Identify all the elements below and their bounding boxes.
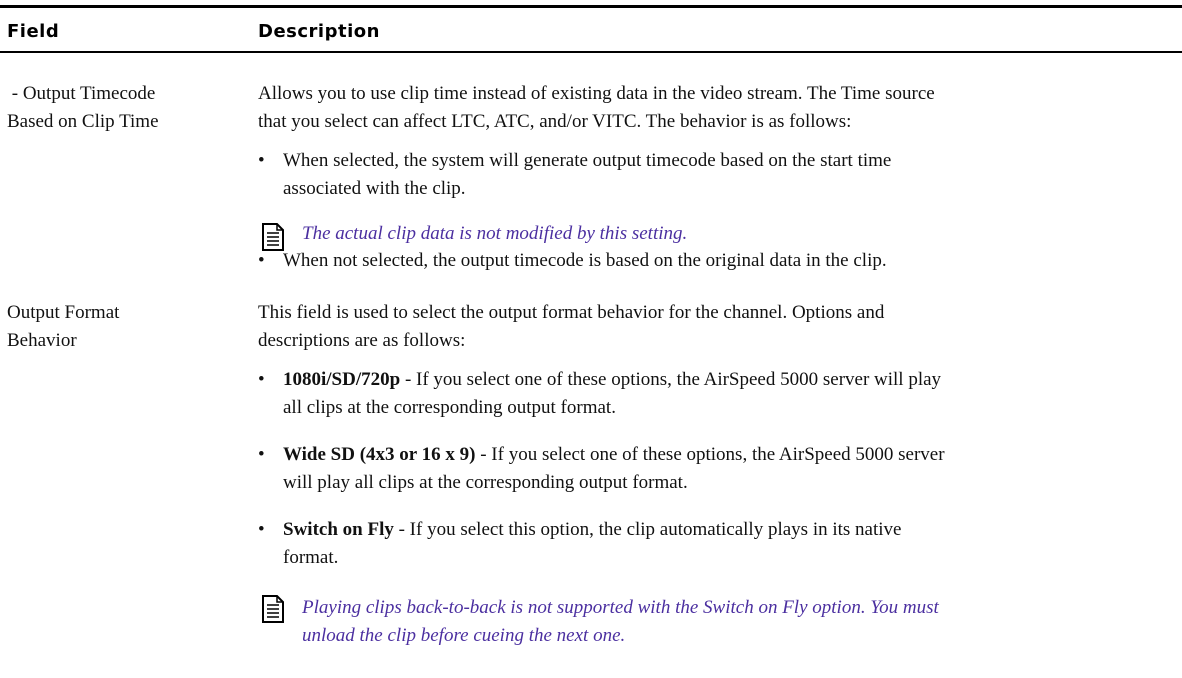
note-text: The actual clip data is not modified by … <box>302 223 688 244</box>
option-name: 1080i/SD/720p <box>283 369 401 390</box>
bullet-symbol: • <box>258 369 265 390</box>
bullet-text-line: When selected, the system will generate … <box>283 150 892 171</box>
field-name-line: Output Format <box>7 302 120 323</box>
description-paragraph: This field is used to select the output … <box>258 299 1178 355</box>
bullet-item: • When not selected, the output timecode… <box>258 247 1178 275</box>
field-name-line: Behavior <box>7 330 77 351</box>
note-text-line: Playing clips back-to-back is not suppor… <box>302 597 939 618</box>
column-header-description: Description <box>258 21 380 42</box>
bullet-text-line: 1080i/SD/720p - If you select one of the… <box>283 366 1178 394</box>
option-text: - If you select this option, the clip au… <box>393 519 902 540</box>
table-header-rule <box>0 51 1182 53</box>
bullet-symbol: • <box>258 150 265 171</box>
field-name-output-timecode: - Output Timecode Based on Clip Time <box>7 80 237 136</box>
description-paragraph: Allows you to use clip time instead of e… <box>258 80 1178 136</box>
note-icon <box>262 595 284 623</box>
option-name: Switch on Fly <box>283 519 394 540</box>
bullet-text-line: Wide SD (4x3 or 16 x 9) - If you select … <box>283 441 1178 469</box>
note-text: Playing clips back-to-back is not suppor… <box>302 594 1182 650</box>
bullet-text-line: Switch on Fly - If you select this optio… <box>283 516 1178 544</box>
bullet-text-line: format. <box>283 547 339 568</box>
description-line: that you select can affect LTC, ATC, and… <box>258 111 852 132</box>
bullet-symbol: • <box>258 519 265 540</box>
option-text: - If you select one of these options, th… <box>400 369 942 390</box>
field-name-output-format-behavior: Output Format Behavior <box>7 299 237 355</box>
bullet-text-line: all clips at the corresponding output fo… <box>283 397 616 418</box>
bullet-item: • Wide SD (4x3 or 16 x 9) - If you selec… <box>258 441 1178 497</box>
bullet-text-line: will play all clips at the corresponding… <box>283 472 688 493</box>
bullet-item: • Switch on Fly - If you select this opt… <box>258 516 1178 572</box>
description-line: descriptions are as follows: <box>258 330 466 351</box>
field-name-line: Based on Clip Time <box>7 111 159 132</box>
bullet-text-line: When not selected, the output timecode i… <box>283 250 887 271</box>
bullet-item: • 1080i/SD/720p - If you select one of t… <box>258 366 1178 422</box>
field-name-line: - Output Timecode <box>7 83 156 104</box>
note-text-line: unload the clip before cueing the next o… <box>302 625 626 646</box>
column-header-field: Field <box>7 21 60 42</box>
option-name: Wide SD (4x3 or 16 x 9) <box>283 444 476 465</box>
bullet-symbol: • <box>258 250 265 271</box>
document-page: Field Description - Output Timecode Base… <box>0 0 1182 678</box>
bullet-item: • When selected, the system will generat… <box>258 147 1178 203</box>
description-line: Allows you to use clip time instead of e… <box>258 83 935 104</box>
description-line: This field is used to select the output … <box>258 302 885 323</box>
option-text: - If you select one of these options, th… <box>475 444 945 465</box>
bullet-text-line: associated with the clip. <box>283 178 466 199</box>
table-top-rule <box>0 5 1182 8</box>
bullet-symbol: • <box>258 444 265 465</box>
